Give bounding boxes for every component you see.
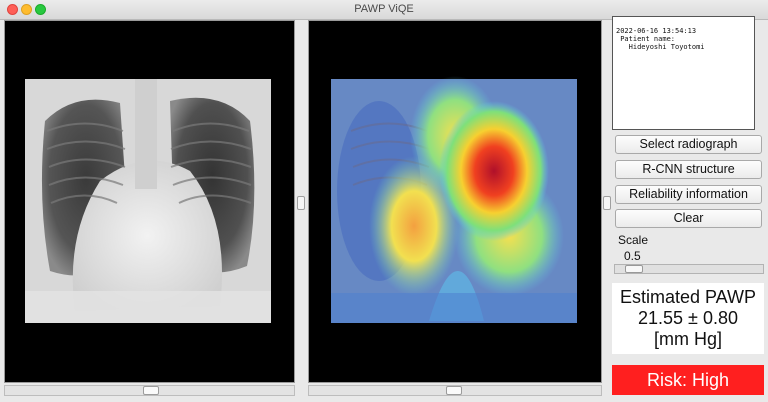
heatmap-pane[interactable]	[308, 20, 602, 383]
scale-slider[interactable]	[614, 264, 764, 274]
estimate-unit: [mm Hg]	[653, 329, 722, 349]
scrollbar-thumb[interactable]	[143, 386, 159, 395]
radiograph-pane[interactable]	[4, 20, 295, 383]
pane-splitter-handle[interactable]	[297, 196, 305, 210]
estimate-value: 21.55 ± 0.80	[638, 308, 738, 328]
app-window: PAWP ViQE 2022-06-16 13:54:13 Patient na…	[0, 0, 768, 402]
radiograph-horizontal-scrollbar[interactable]	[4, 385, 295, 396]
estimated-pawp-panel: Estimated PAWP 21.55 ± 0.80 [mm Hg]	[612, 283, 764, 354]
scale-value: 0.5	[624, 249, 641, 263]
patient-name: Hideyoshi Toyotomi	[616, 43, 705, 51]
select-radiograph-button[interactable]: Select radiograph	[615, 135, 762, 154]
estimate-title: Estimated PAWP	[619, 287, 757, 307]
scale-slider-thumb[interactable]	[625, 265, 643, 273]
rcnn-structure-button[interactable]: R-CNN structure	[615, 160, 762, 179]
clear-button[interactable]: Clear	[615, 209, 762, 228]
patient-name-label: Patient name:	[616, 35, 676, 43]
reliability-information-button[interactable]: Reliability information	[615, 185, 762, 204]
patient-info-box: 2022-06-16 13:54:13 Patient name: Hideyo…	[612, 16, 755, 130]
chest-radiograph-image	[25, 79, 271, 323]
pane-splitter-handle[interactable]	[603, 196, 611, 210]
heatmap-overlay-image	[331, 76, 577, 323]
risk-level-badge: Risk: High	[612, 365, 764, 395]
timestamp: 2022-06-16 13:54:13	[616, 27, 697, 35]
window-title: PAWP ViQE	[354, 3, 414, 15]
heatmap-horizontal-scrollbar[interactable]	[308, 385, 602, 396]
scrollbar-thumb[interactable]	[446, 386, 462, 395]
scale-label: Scale	[618, 233, 649, 247]
